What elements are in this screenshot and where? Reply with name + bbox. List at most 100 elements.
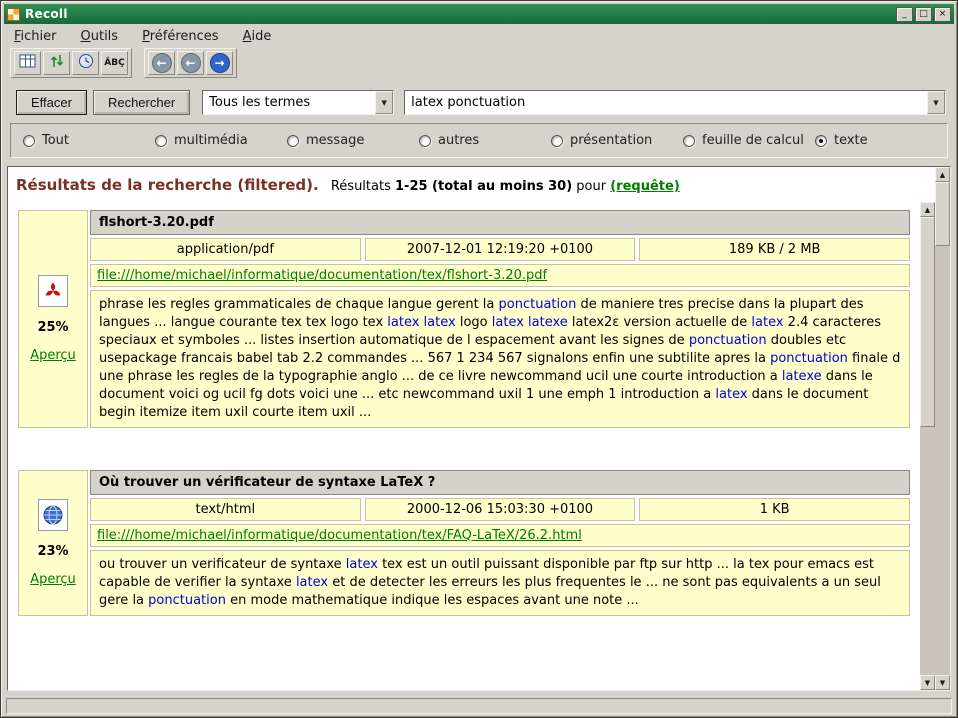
results-frame: Résultats de la recherche (filtered). Ré… [7,166,951,691]
relevance-score: 23% [37,544,68,559]
arrow-left-icon: ← [181,53,201,73]
app-icon [7,8,20,21]
clear-button[interactable]: Effacer [16,90,87,115]
scrollbar-track [920,217,935,675]
sort-arrows-icon [50,53,64,73]
minimize-button[interactable]: _ [896,7,913,22]
results-title: Résultats de la recherche (filtered). [16,176,319,194]
radio-label: texte [834,133,868,148]
result-filename: flshort-3.20.pdf [90,210,910,235]
search-query-input[interactable] [405,91,927,114]
radio-icon [419,135,431,147]
window-title: Recoll [25,7,891,21]
result-side-panel: 23% Aperçu [18,470,88,616]
radio-label: présentation [570,133,652,148]
sort-button[interactable] [43,51,70,75]
menu-aide[interactable]: Aide [243,29,272,44]
scrollbar-thumb[interactable] [935,182,950,246]
history-button[interactable] [72,51,99,75]
radio-label: autres [438,133,479,148]
radio-message[interactable]: message [287,133,419,148]
pdf-icon [38,275,68,307]
toolbar-group-nav: ← ← → [144,48,237,78]
radio-icon [683,135,695,147]
result-filename: Où trouver un vérificateur de syntaxe La… [90,470,910,495]
url-row: file:///home/michael/informatique/docume… [90,264,910,287]
menubar: Fichier Outils Préférences Aide [4,24,954,47]
scroll-up-button[interactable]: ▲ [935,167,950,182]
radio-presentation[interactable]: présentation [551,133,683,148]
relevance-score: 25% [37,320,68,335]
radio-label: multimédia [174,133,248,148]
result-meta-row: text/html 2000-12-06 15:03:30 +0100 1 KB [90,498,910,521]
search-row: Effacer Rechercher Tous les termes ▼ ▼ [4,82,954,121]
results-pour-label: pour [576,179,606,194]
results-list: 25% Aperçu flshort-3.20.pdf application/… [8,202,920,690]
preview-link[interactable]: Aperçu [30,348,76,363]
results-scrollbar-outer[interactable]: ▲ ▼ [935,167,950,690]
search-button[interactable]: Rechercher [93,90,190,115]
filter-row: Tout multimédia message autres présentat… [10,123,948,158]
date-cell: 2000-12-06 15:03:30 +0100 [365,498,636,521]
arrow-right-icon: → [210,53,230,73]
chevron-down-icon[interactable]: ▼ [927,91,945,114]
results-headline: Résultats de la recherche (filtered). Ré… [8,167,935,202]
url-row: file:///home/michael/informatique/docume… [90,524,910,547]
mime-type-cell: text/html [90,498,361,521]
toolbar: ÂBÇ ← ← → [4,47,954,82]
titlebar[interactable]: Recoll _ □ × [4,4,954,24]
scrollbar-track [935,182,950,675]
first-page-button[interactable]: ← [148,51,175,75]
scrollbar-thumb[interactable] [920,217,935,427]
chevron-down-icon[interactable]: ▼ [375,91,393,114]
radio-feuille-de-calcul[interactable]: feuille de calcul [683,133,815,148]
query-link[interactable]: (requête) [610,179,680,194]
html-icon [38,499,68,531]
recoll-window: Recoll _ □ × Fichier Outils Préférences … [0,0,958,718]
snippet-text: phrase les regles grammaticales de chaqu… [90,290,910,428]
url-link[interactable]: file:///home/michael/informatique/docume… [97,268,547,283]
date-cell: 2007-12-01 12:19:20 +0100 [365,238,636,261]
radio-label: message [306,133,364,148]
radio-label: Tout [42,133,69,148]
scroll-down-button[interactable]: ▼ [920,675,935,690]
radio-icon-selected [815,135,827,147]
menu-outils[interactable]: Outils [81,29,119,44]
size-cell: 189 KB / 2 MB [639,238,910,261]
mime-type-cell: application/pdf [90,238,361,261]
search-mode-value: Tous les termes [203,91,375,114]
statusbar [6,698,952,714]
size-cell: 1 KB [639,498,910,521]
radio-autres[interactable]: autres [419,133,551,148]
preview-link[interactable]: Aperçu [30,572,76,587]
scroll-up-button[interactable]: ▲ [920,202,935,217]
radio-tout[interactable]: Tout [23,133,155,148]
next-page-button[interactable]: → [206,51,233,75]
search-query-combobox[interactable]: ▼ [404,90,946,115]
menu-fichier[interactable]: Fichier [14,29,57,44]
url-link[interactable]: file:///home/michael/informatique/docume… [97,528,582,543]
menu-preferences[interactable]: Préférences [142,29,218,44]
arrow-left-icon: ← [152,53,172,73]
term-explorer-button[interactable]: ÂBÇ [101,51,128,75]
radio-icon [155,135,167,147]
abc-icon: ÂBÇ [104,58,124,68]
radio-multimedia[interactable]: multimédia [155,133,287,148]
result-side-panel: 25% Aperçu [18,210,88,428]
snippet-text: ou trouver un verificateur de syntaxe la… [90,550,910,616]
clear-search-button[interactable] [14,51,41,75]
radio-icon [23,135,35,147]
radio-icon [287,135,299,147]
maximize-button[interactable]: □ [915,7,932,22]
window-controls: _ □ × [896,7,951,22]
radio-icon [551,135,563,147]
prev-page-button[interactable]: ← [177,51,204,75]
scroll-down-icon: ▼ [925,679,930,687]
results-scrollbar-inner[interactable]: ▲ ▼ [920,202,935,690]
close-button[interactable]: × [934,7,951,22]
result-meta-row: application/pdf 2007-12-01 12:19:20 +010… [90,238,910,261]
scroll-down-button[interactable]: ▼ [935,675,950,690]
search-mode-combobox[interactable]: Tous les termes ▼ [202,90,394,115]
radio-texte[interactable]: texte [815,133,868,148]
clock-icon [78,53,94,73]
